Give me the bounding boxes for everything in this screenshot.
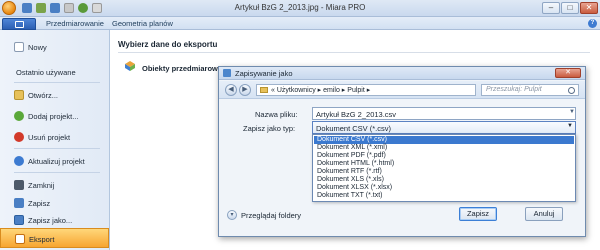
sidebar-divider bbox=[14, 82, 100, 83]
search-input[interactable]: Przeszukaj: Pulpit bbox=[481, 84, 579, 96]
sidebar-item-new[interactable]: Nowy bbox=[0, 37, 109, 57]
close-window-button[interactable]: ✕ bbox=[580, 2, 598, 14]
dialog-title-bar: Zapisywanie jako ✕ bbox=[219, 67, 585, 80]
sidebar-item-label: Zapisz jako... bbox=[28, 216, 73, 225]
breadcrumb[interactable]: « Użytkownicy ▸ emilo ▸ Pulpit ▸ ▾ ↻ bbox=[256, 84, 513, 96]
export-objects-option[interactable]: Obiekty przedmiarowe bbox=[142, 64, 222, 73]
sidebar-divider bbox=[14, 148, 100, 149]
filename-label: Nazwa pliku: bbox=[255, 110, 298, 119]
minimize-button[interactable]: – bbox=[542, 2, 560, 14]
search-placeholder: Przeszukaj: Pulpit bbox=[486, 86, 542, 93]
search-icon[interactable] bbox=[568, 87, 575, 94]
save-button[interactable]: Zapisz bbox=[459, 207, 497, 221]
sidebar-item-label: Zapisz bbox=[28, 199, 51, 208]
sidebar-item-label: Eksport bbox=[29, 235, 55, 244]
filetype-select[interactable]: Dokument CSV (*.csv) ▼ bbox=[312, 121, 576, 134]
sidebar-item-update-project[interactable]: Aktualizuj projekt bbox=[0, 151, 109, 171]
filetype-label: Zapisz jako typ: bbox=[243, 124, 296, 133]
filetype-option-xml[interactable]: Dokument XML (*.xml) bbox=[314, 144, 574, 152]
close-project-icon bbox=[14, 180, 24, 190]
new-document-icon bbox=[14, 42, 24, 52]
file-menu-icon bbox=[15, 21, 24, 28]
maximize-button[interactable]: □ bbox=[561, 2, 579, 14]
update-project-icon bbox=[14, 156, 24, 166]
address-bar: ◀ ▶ « Użytkownicy ▸ emilo ▸ Pulpit ▸ ▾ ↻… bbox=[219, 81, 585, 99]
sidebar-item-save-as[interactable]: Zapisz jako... bbox=[0, 210, 109, 230]
title-divider bbox=[118, 52, 590, 53]
sidebar-item-label: Ostatnio używane bbox=[16, 68, 76, 77]
sidebar-item-remove-project[interactable]: Usuń projekt bbox=[0, 127, 109, 147]
folder-icon bbox=[260, 87, 268, 93]
filetype-option-rtf[interactable]: Dokument RTF (*.rtf) bbox=[314, 168, 574, 176]
title-bar: Artykuł BzG 2_2013.jpg - Miara PRO – □ ✕ bbox=[0, 0, 600, 17]
filetype-option-csv[interactable]: Dokument CSV (*.csv) bbox=[314, 136, 574, 144]
sidebar-item-open[interactable]: Otwórz... bbox=[0, 85, 109, 105]
sidebar-item-label: Dodaj projekt... bbox=[28, 112, 79, 121]
cancel-button[interactable]: Anuluj bbox=[525, 207, 563, 221]
ribbon: Przedmiarowanie Geometria planów ? bbox=[0, 17, 600, 30]
objects-icon bbox=[125, 61, 135, 71]
chevron-down-icon[interactable]: ▼ bbox=[567, 123, 573, 129]
sidebar-item-label: Nowy bbox=[28, 43, 47, 52]
browse-folders-label: Przeglądaj foldery bbox=[241, 211, 302, 220]
sidebar-item-label: Zamknij bbox=[28, 181, 55, 190]
filetype-selected: Dokument CSV (*.csv) bbox=[316, 124, 392, 133]
filename-value: Artykuł BzG 2_2013.csv bbox=[316, 110, 397, 119]
dialog-title: Zapisywanie jako bbox=[235, 69, 293, 78]
open-folder-icon bbox=[14, 90, 24, 100]
filetype-option-txt[interactable]: Dokument TXT (*.txt) bbox=[314, 192, 574, 200]
filetype-option-html[interactable]: Dokument HTML (*.html) bbox=[314, 160, 574, 168]
filetype-option-xls[interactable]: Dokument XLS (*.xls) bbox=[314, 176, 574, 184]
backstage-sidebar: Nowy Ostatnio używane Otwórz... Dodaj pr… bbox=[0, 30, 110, 250]
remove-project-icon bbox=[14, 132, 24, 142]
filename-field[interactable]: Artykuł BzG 2_2013.csv ▼ bbox=[312, 107, 576, 120]
filetype-option-xlsx[interactable]: Dokument XLSX (*.xlsx) bbox=[314, 184, 574, 192]
filetype-dropdown-list: Dokument CSV (*.csv) Dokument XML (*.xml… bbox=[312, 134, 576, 202]
filetype-option-pdf[interactable]: Dokument PDF (*.pdf) bbox=[314, 152, 574, 160]
page-title: Wybierz dane do eksportu bbox=[118, 40, 218, 49]
sidebar-item-recent[interactable]: Ostatnio używane bbox=[0, 62, 109, 82]
sidebar-item-label: Usuń projekt bbox=[28, 133, 71, 142]
sidebar-divider bbox=[14, 172, 100, 173]
dialog-close-button[interactable]: ✕ bbox=[555, 68, 581, 78]
tab-przedmiarowanie[interactable]: Przedmiarowanie bbox=[46, 19, 104, 28]
sidebar-item-label: Otwórz... bbox=[28, 91, 59, 100]
sidebar-item-export[interactable]: Eksport bbox=[0, 228, 109, 248]
help-icon[interactable]: ? bbox=[588, 19, 597, 28]
chevron-down-icon: ▾ bbox=[227, 210, 237, 220]
save-as-dialog: Zapisywanie jako ✕ ◀ ▶ « Użytkownicy ▸ e… bbox=[218, 66, 586, 237]
file-menu-tab[interactable] bbox=[2, 18, 36, 30]
dialog-save-icon bbox=[223, 69, 231, 77]
sidebar-item-label: Aktualizuj projekt bbox=[28, 157, 85, 166]
tab-geometria-planow[interactable]: Geometria planów bbox=[112, 19, 173, 28]
sidebar-item-close[interactable]: Zamknij bbox=[0, 175, 109, 195]
back-arrow-icon[interactable]: ◀ bbox=[225, 84, 237, 96]
forward-arrow-icon[interactable]: ▶ bbox=[239, 84, 251, 96]
save-icon bbox=[14, 198, 24, 208]
add-project-icon bbox=[14, 111, 24, 121]
save-as-icon bbox=[14, 215, 24, 225]
chevron-down-icon[interactable]: ▼ bbox=[569, 109, 575, 115]
window-title: Artykuł BzG 2_2013.jpg - Miara PRO bbox=[234, 3, 366, 12]
breadcrumb-path[interactable]: « Użytkownicy ▸ emilo ▸ Pulpit ▸ bbox=[271, 86, 370, 94]
export-icon bbox=[15, 234, 25, 244]
sidebar-item-add-project[interactable]: Dodaj projekt... bbox=[0, 106, 109, 126]
